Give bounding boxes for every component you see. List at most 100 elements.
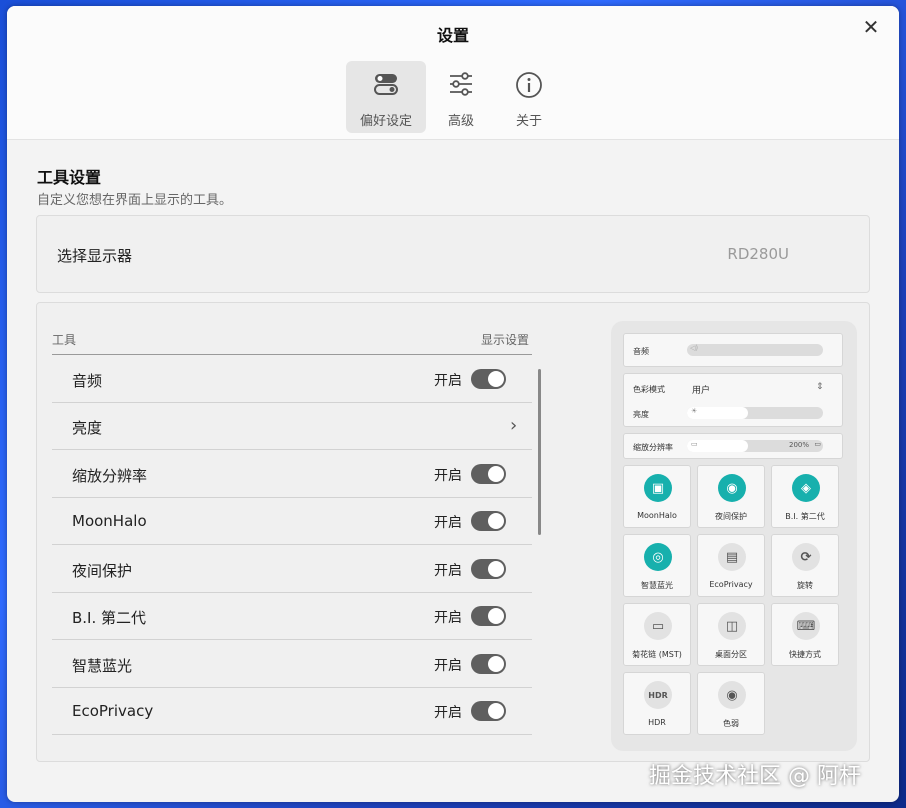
tool-toggle[interactable] bbox=[471, 511, 506, 531]
column-header-tool: 工具 bbox=[52, 333, 77, 347]
tool-state: 开启 bbox=[434, 373, 462, 389]
preview-tile-label: 色弱 bbox=[723, 719, 739, 728]
shortcut-icon: ⌨ bbox=[792, 612, 820, 640]
preview-color-mode-label: 色彩模式 bbox=[633, 385, 665, 394]
window-title: 设置 bbox=[436, 26, 469, 45]
tool-toggle[interactable] bbox=[471, 369, 506, 389]
bi-gen2-icon: ◈ bbox=[792, 474, 820, 502]
preview-tile-label: B.I. 第二代 bbox=[785, 512, 825, 521]
preview-tile[interactable]: HDR HDR bbox=[623, 672, 691, 735]
preview-tile[interactable]: ▭ 菊花链 (MST) bbox=[623, 603, 691, 666]
daisy-chain-icon: ▭ bbox=[644, 612, 672, 640]
preview-tile[interactable]: ◉ 色弱 bbox=[697, 672, 765, 735]
tool-state: 开启 bbox=[434, 658, 462, 674]
preview-tile-label: HDR bbox=[648, 718, 666, 727]
preview-tile-label: 桌面分区 bbox=[715, 650, 747, 659]
tool-toggle[interactable] bbox=[471, 701, 506, 721]
tool-state: 开启 bbox=[434, 705, 462, 721]
tool-name: 夜间保护 bbox=[72, 562, 133, 580]
monitor-large-icon: ▭ bbox=[814, 440, 821, 448]
monitor-selector[interactable]: 选择显示器 RD280U bbox=[36, 215, 870, 293]
preview-scale-label: 缩放分辨率 bbox=[633, 443, 673, 452]
hdr-icon: HDR bbox=[644, 681, 672, 709]
tool-row-night-protect: 夜间保护 开启 bbox=[52, 546, 532, 593]
preview-tile[interactable]: ⟳ 旋转 bbox=[771, 534, 839, 597]
tab-label: 偏好设定 bbox=[359, 114, 412, 129]
preview-tile[interactable]: ▤ EcoPrivacy bbox=[697, 534, 765, 597]
header: 设置 ✕ 偏好设定 高级 关于 bbox=[7, 6, 899, 140]
scale-value: 200% bbox=[788, 441, 809, 449]
speaker-icon: ◁) bbox=[690, 344, 699, 352]
toolbar-preview: 音频 ◁) 色彩模式 用户 ⇕ 亮度 ☀ 缩放分辨率 ▭ 200% ▭ ▣ Mo… bbox=[611, 321, 857, 751]
ecoprivacy-icon: ▤ bbox=[718, 543, 746, 571]
tab-advanced[interactable]: 高级 bbox=[427, 61, 495, 133]
monitor-value: RD280U bbox=[727, 245, 789, 263]
preview-scale-slider[interactable]: ▭ 200% ▭ bbox=[687, 440, 823, 452]
tab-preferences[interactable]: 偏好设定 bbox=[346, 61, 426, 133]
preview-audio-slider[interactable]: ◁) bbox=[687, 344, 823, 356]
preview-tile-label: EcoPrivacy bbox=[709, 580, 753, 589]
tool-toggle[interactable] bbox=[471, 464, 506, 484]
preview-tile[interactable]: ⌨ 快捷方式 bbox=[771, 603, 839, 666]
sliders-icon bbox=[450, 72, 472, 96]
rotate-icon: ⟳ bbox=[792, 543, 820, 571]
chevron-right-icon[interactable]: › bbox=[510, 415, 517, 436]
tool-name: 缩放分辨率 bbox=[72, 467, 148, 485]
tool-state: 开启 bbox=[434, 563, 462, 579]
tool-row-moonhalo: MoonHalo 开启 bbox=[52, 498, 532, 545]
toggle-icon bbox=[374, 74, 398, 95]
column-header-display: 显示设置 bbox=[481, 333, 530, 347]
preview-tile[interactable]: ◉ 夜间保护 bbox=[697, 465, 765, 528]
tool-row-scale: 缩放分辨率 开启 bbox=[52, 451, 532, 498]
tool-toggle[interactable] bbox=[471, 654, 506, 674]
night-protect-icon: ◉ bbox=[718, 474, 746, 502]
preview-brightness-label: 亮度 bbox=[633, 410, 649, 419]
preview-tile-label: 快捷方式 bbox=[789, 650, 821, 659]
preview-tile-label: 智慧蓝光 bbox=[641, 581, 673, 590]
tab-label: 高级 bbox=[447, 114, 474, 129]
info-icon bbox=[516, 72, 542, 98]
tool-name: 智慧蓝光 bbox=[72, 657, 133, 675]
settings-window: 设置 ✕ 偏好设定 高级 关于 工具设置 自定义您想在界面上显示的工具。 选择显… bbox=[7, 6, 899, 802]
scrollbar[interactable] bbox=[538, 369, 541, 535]
preview-scale-card: 缩放分辨率 ▭ 200% ▭ bbox=[623, 433, 843, 459]
smart-bluelight-icon: ◎ bbox=[644, 543, 672, 571]
preview-tile-label: MoonHalo bbox=[637, 511, 677, 520]
section-description: 自定义您想在界面上显示的工具。 bbox=[37, 193, 233, 208]
preview-tile-label: 夜间保护 bbox=[715, 512, 747, 521]
tool-name: 亮度 bbox=[72, 419, 103, 437]
updown-icon[interactable]: ⇕ bbox=[816, 382, 824, 392]
preview-brightness-slider[interactable]: ☀ bbox=[687, 407, 823, 419]
monitor-label: 选择显示器 bbox=[57, 247, 133, 265]
preview-tile[interactable]: ◫ 桌面分区 bbox=[697, 603, 765, 666]
tool-row-bi-gen2: B.I. 第二代 开启 bbox=[52, 593, 532, 640]
section-title: 工具设置 bbox=[37, 168, 102, 187]
tool-toggle[interactable] bbox=[471, 559, 506, 579]
preview-color-mode-value[interactable]: 用户 bbox=[692, 383, 710, 396]
preview-tile[interactable]: ▣ MoonHalo bbox=[623, 465, 691, 528]
tool-state: 开启 bbox=[434, 610, 462, 626]
preview-tile-label: 旋转 bbox=[797, 581, 813, 590]
tool-toggle[interactable] bbox=[471, 606, 506, 626]
close-icon[interactable]: ✕ bbox=[860, 16, 882, 38]
preview-tile[interactable]: ◈ B.I. 第二代 bbox=[771, 465, 839, 528]
preview-tile[interactable]: ◎ 智慧蓝光 bbox=[623, 534, 691, 597]
tool-name: EcoPrivacy bbox=[72, 702, 154, 720]
tool-name: 音频 bbox=[72, 372, 103, 390]
desktop-partition-icon: ◫ bbox=[718, 612, 746, 640]
tools-panel: 工具 显示设置 音频 开启 亮度 › 缩放分辨率 开启 MoonHalo 开启 … bbox=[36, 302, 870, 762]
tool-row-audio: 音频 开启 bbox=[52, 356, 532, 403]
preview-audio-card: 音频 ◁) bbox=[623, 333, 843, 367]
tool-row-brightness[interactable]: 亮度 › bbox=[52, 403, 532, 450]
preview-audio-label: 音频 bbox=[633, 347, 649, 356]
tool-state: 开启 bbox=[434, 515, 462, 531]
monitor-small-icon: ▭ bbox=[691, 440, 698, 448]
tool-row-smart-bluelight: 智慧蓝光 开启 bbox=[52, 641, 532, 688]
preview-color-card: 色彩模式 用户 ⇕ 亮度 ☀ bbox=[623, 373, 843, 427]
tab-label: 关于 bbox=[515, 114, 542, 129]
tool-name: MoonHalo bbox=[72, 512, 147, 530]
tab-about[interactable]: 关于 bbox=[495, 61, 563, 133]
tool-row-ecoprivacy: EcoPrivacy 开启 bbox=[52, 688, 532, 735]
sun-icon: ☀ bbox=[691, 407, 698, 415]
tool-name: B.I. 第二代 bbox=[72, 609, 147, 627]
